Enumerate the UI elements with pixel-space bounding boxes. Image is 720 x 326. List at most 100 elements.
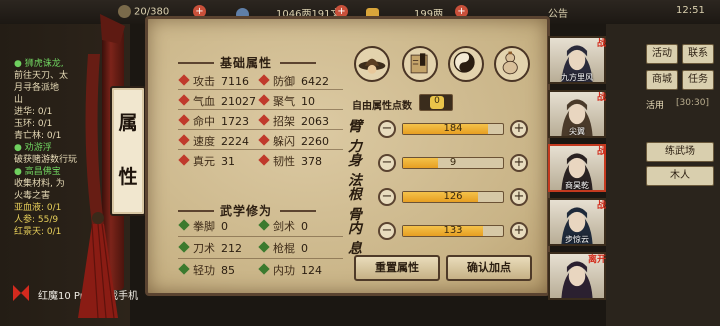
- announcement-button[interactable]: 公告: [548, 5, 568, 20]
- character-portrait[interactable]: 战步惊云: [548, 198, 606, 246]
- stat-name: 速度: [193, 135, 215, 148]
- attr-label: 内息: [348, 221, 362, 257]
- stat-diamond-icon: [258, 219, 270, 231]
- scroll-card-title-1: 属: [118, 112, 138, 134]
- contact-button[interactable]: 联系: [682, 44, 714, 64]
- taichi-skill-icon[interactable]: [448, 46, 484, 82]
- character-portrait[interactable]: 离开: [548, 252, 606, 300]
- hat-skill-icon[interactable]: [354, 46, 390, 82]
- stat-value: 0: [221, 220, 228, 233]
- basic-attrs-title: 基础属性: [220, 56, 273, 70]
- stat-value: 212: [221, 242, 242, 255]
- stat-diamond-icon: [258, 134, 270, 146]
- stat-value: 10: [301, 95, 315, 108]
- character-portrait[interactable]: 战商昊乾: [548, 144, 606, 192]
- attr-value: 133: [443, 225, 463, 236]
- stat-1: 拳脚 0: [178, 218, 228, 234]
- increase-button[interactable]: +: [510, 154, 528, 172]
- stat-diamond-icon: [178, 134, 190, 146]
- attr-label: 身法: [348, 153, 362, 189]
- timer-badge: [30:30]: [676, 98, 709, 108]
- stat-4: 聚气 10: [258, 93, 315, 109]
- book-skill-icon[interactable]: [402, 46, 438, 82]
- gourd-skill-icon[interactable]: [494, 46, 530, 82]
- decrease-button[interactable]: −: [378, 120, 396, 138]
- stat-diamond-icon: [258, 114, 270, 126]
- stat-diamond-icon: [178, 114, 190, 126]
- character-tag: 战: [596, 201, 606, 211]
- stat-value: 2224: [221, 135, 249, 148]
- stat-value: 0: [301, 220, 308, 233]
- practice-ground-button[interactable]: 练武场: [646, 142, 714, 162]
- decrease-button[interactable]: −: [378, 188, 396, 206]
- stat-name: 刀术: [193, 242, 215, 255]
- active-label: 活用: [646, 101, 665, 111]
- stat-name: 招架: [273, 115, 295, 128]
- reset-attributes-button[interactable]: 重置属性: [354, 255, 440, 281]
- stat-2: 防御 6422: [258, 73, 329, 89]
- stat-name: 剑术: [273, 220, 295, 233]
- stat-1: 攻击 7116: [178, 73, 249, 89]
- shop-button[interactable]: 商城: [646, 70, 678, 90]
- character-roster: 战九方里风战尖翼战商昊乾战步惊云 离开: [548, 36, 606, 306]
- right-menu-panel: 活动 联系 商城 任务 活用 [30:30] 练武场 木人: [606, 24, 720, 326]
- stat-5: 命中 1723: [178, 113, 249, 129]
- increase-button[interactable]: +: [510, 222, 528, 240]
- title-ornament-left: [178, 210, 214, 212]
- title-ornament-right: [280, 210, 316, 212]
- character-name: 尖翼: [569, 127, 585, 136]
- character-tag: 战: [596, 93, 606, 103]
- quest-button[interactable]: 任务: [682, 70, 714, 90]
- stat-diamond-icon: [178, 74, 190, 86]
- attr-row: 根骨 − 126 +: [348, 184, 538, 223]
- attr-bar[interactable]: 9: [402, 157, 504, 169]
- stat-divider: [178, 129, 343, 130]
- stat-7: 速度 2224: [178, 133, 249, 149]
- stat-name: 防御: [273, 75, 295, 88]
- stat-diamond-icon: [258, 154, 270, 166]
- stat-name: 攻击: [193, 75, 215, 88]
- attr-bar[interactable]: 126: [402, 191, 504, 203]
- scroll-tassel-icon: [78, 212, 118, 319]
- character-tag: 战: [596, 39, 606, 49]
- title-ornament-left: [178, 62, 214, 64]
- stat-divider: [178, 236, 343, 237]
- character-portrait[interactable]: 战尖翼: [548, 90, 606, 138]
- attr-row: 臂力 − 184 +: [348, 116, 538, 155]
- stat-6: 招架 2063: [258, 113, 329, 129]
- stat-4: 枪棍 0: [258, 240, 308, 256]
- stat-name: 命中: [193, 115, 215, 128]
- stat-value: 85: [221, 264, 235, 277]
- character-tag: 战: [596, 147, 606, 157]
- attr-bar[interactable]: 133: [402, 225, 504, 237]
- decrease-button[interactable]: −: [378, 154, 396, 172]
- stat-divider: [178, 89, 343, 90]
- increase-button[interactable]: +: [510, 120, 528, 138]
- character-portrait[interactable]: 战九方里风: [548, 36, 606, 84]
- stat-value: 7116: [221, 75, 249, 88]
- stat-6: 内功 124: [258, 262, 322, 278]
- decrease-button[interactable]: −: [378, 222, 396, 240]
- stat-name: 聚气: [273, 95, 295, 108]
- stat-diamond-icon: [178, 241, 190, 253]
- wooden-dummy-button[interactable]: 木人: [646, 166, 714, 186]
- attributes-tab-card[interactable]: 属 性: [110, 86, 146, 216]
- free-points-value: 0: [430, 96, 444, 109]
- stat-diamond-icon: [258, 94, 270, 106]
- stat-divider: [178, 149, 343, 150]
- attr-value: 184: [443, 123, 463, 134]
- character-name: 步惊云: [565, 235, 589, 244]
- stat-10: 韧性 378: [258, 153, 322, 169]
- attr-bar[interactable]: 184: [402, 123, 504, 135]
- increase-button[interactable]: +: [510, 188, 528, 206]
- stat-value: 6422: [301, 75, 329, 88]
- clock: 12:51: [676, 5, 705, 16]
- confirm-points-button[interactable]: 确认加点: [446, 255, 532, 281]
- stat-name: 真元: [193, 155, 215, 168]
- stat-value: 2260: [301, 135, 329, 148]
- stat-diamond-icon: [178, 219, 190, 231]
- stat-name: 躲闪: [273, 135, 295, 148]
- activity-button[interactable]: 活动: [646, 44, 678, 64]
- stat-name: 拳脚: [193, 220, 215, 233]
- stat-value: 21027: [221, 95, 256, 108]
